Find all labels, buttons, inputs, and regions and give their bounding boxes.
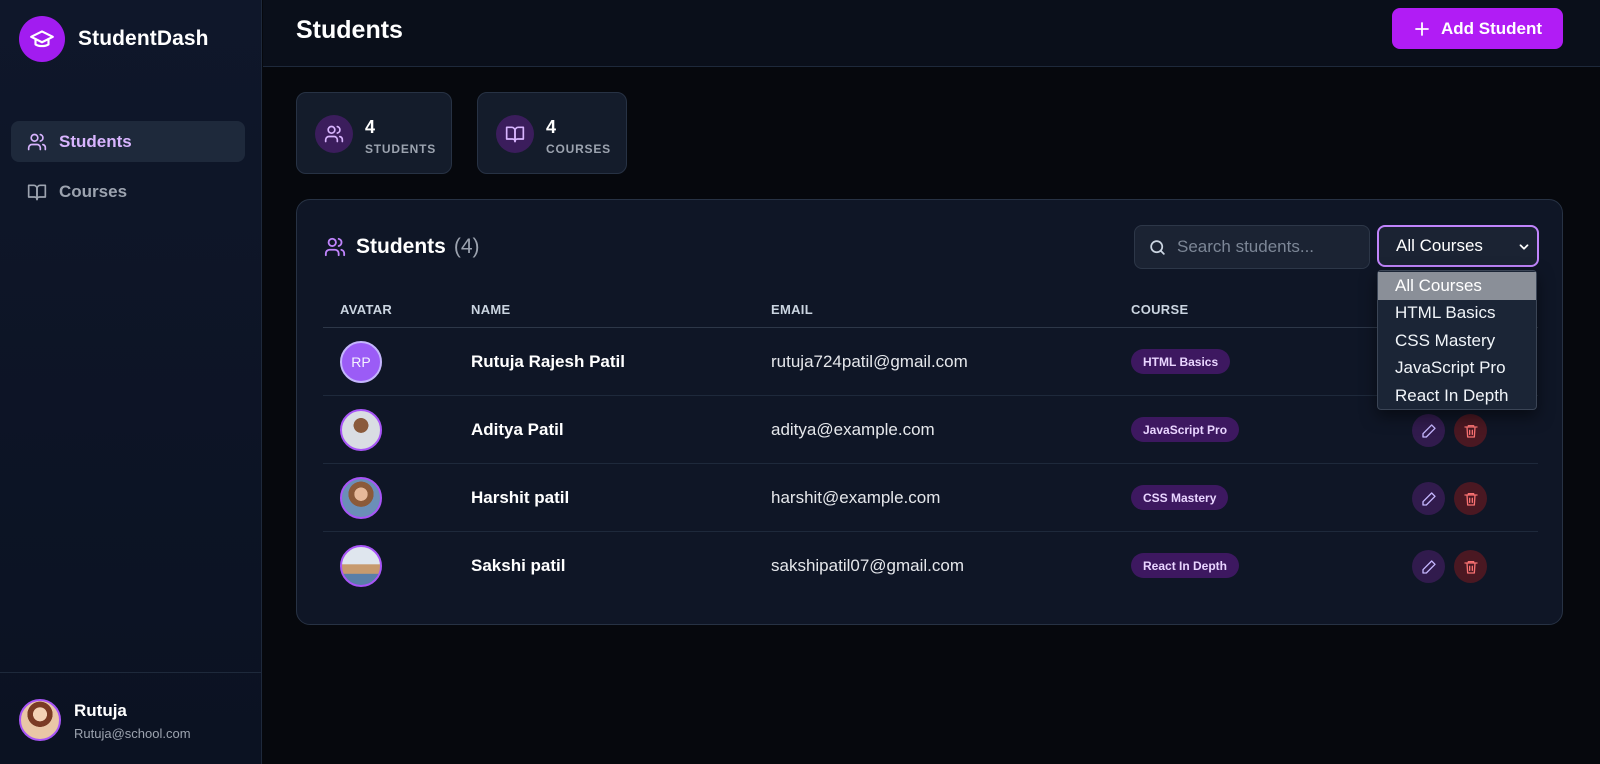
header: Students Add Student	[263, 0, 1600, 67]
student-email: aditya@example.com	[771, 420, 935, 439]
trash-icon	[1463, 424, 1478, 438]
table-row: RP Rutuja Rajesh Patil rutuja724patil@gm…	[323, 328, 1538, 396]
students-panel: Students (4) All Courses AVATAR NAME	[296, 199, 1563, 625]
delete-button[interactable]	[1454, 414, 1487, 447]
stat-card-courses: 4 COURSES	[477, 92, 627, 174]
add-student-label: Add Student	[1440, 18, 1543, 38]
trash-icon	[1463, 560, 1478, 574]
course-badge: HTML Basics	[1131, 349, 1231, 374]
chevron-down-icon	[1517, 240, 1531, 254]
stat-label: STUDENTS	[365, 142, 437, 156]
student-count: (4)	[453, 235, 480, 258]
student-name: Rutuja Rajesh Patil	[471, 352, 625, 371]
panel-title-text: Students	[356, 235, 446, 258]
course-badge: React In Depth	[1131, 553, 1240, 578]
users-icon	[315, 115, 353, 153]
table-row: Sakshi patil sakshipatil07@gmail.com Rea…	[323, 532, 1538, 600]
dropdown-option-all-courses[interactable]: All Courses	[1378, 272, 1536, 300]
edit-button[interactable]	[1412, 414, 1445, 447]
pencil-icon	[1421, 491, 1436, 506]
column-header-name: NAME	[471, 302, 511, 317]
app: StudentDash Students Courses Rutuja Rutu…	[0, 0, 1600, 764]
students-table: AVATAR NAME EMAIL COURSE RP Rutuja Rajes…	[323, 293, 1538, 600]
table-row: Harshit patil harshit@example.com CSS Ma…	[323, 464, 1538, 532]
column-header-email: EMAIL	[771, 302, 813, 317]
search-icon	[1148, 238, 1167, 257]
student-name: Harshit patil	[471, 488, 570, 507]
student-email: rutuja724patil@gmail.com	[771, 352, 968, 371]
pencil-icon	[1421, 559, 1436, 574]
user-email: Rutuja@school.com	[74, 726, 191, 741]
brand-name: StudentDash	[78, 27, 209, 50]
avatar	[340, 409, 382, 451]
users-icon	[324, 237, 346, 257]
avatar	[340, 545, 382, 587]
add-student-button[interactable]: Add Student	[1392, 8, 1563, 49]
sidebar-item-label: Courses	[59, 181, 128, 201]
plus-icon	[1415, 21, 1429, 36]
book-icon	[27, 182, 47, 202]
student-email: sakshipatil07@gmail.com	[771, 556, 965, 575]
course-badge: JavaScript Pro	[1131, 417, 1240, 442]
book-icon	[496, 115, 534, 153]
course-filter-value: All Courses	[1396, 236, 1483, 255]
page-title: Students	[296, 16, 403, 44]
stat-value: 4	[365, 117, 376, 137]
trash-icon	[1463, 492, 1478, 506]
user-profile[interactable]: Rutuja Rutuja@school.com	[0, 672, 262, 764]
sidebar-item-courses[interactable]: Courses	[11, 171, 245, 212]
course-filter-dropdown: All Courses HTML Basics CSS Mastery Java…	[1377, 270, 1537, 410]
panel-title: Students (4)	[324, 235, 480, 259]
table-header: AVATAR NAME EMAIL COURSE	[323, 293, 1538, 328]
column-header-avatar: AVATAR	[340, 302, 393, 317]
sidebar-item-label: Students	[59, 131, 132, 151]
dropdown-option-css-mastery[interactable]: CSS Mastery	[1378, 327, 1536, 355]
stat-label: COURSES	[546, 142, 611, 156]
course-filter-select[interactable]: All Courses	[1377, 225, 1539, 267]
dropdown-option-javascript-pro[interactable]: JavaScript Pro	[1378, 355, 1536, 383]
table-row: Aditya Patil aditya@example.com JavaScri…	[323, 396, 1538, 464]
search-box[interactable]	[1134, 225, 1370, 269]
user-name: Rutuja	[74, 701, 127, 720]
sidebar: StudentDash Students Courses Rutuja Rutu…	[0, 0, 262, 764]
delete-button[interactable]	[1454, 482, 1487, 515]
sidebar-nav: Students Courses	[11, 121, 245, 221]
search-input[interactable]	[1177, 237, 1357, 257]
sidebar-item-students[interactable]: Students	[11, 121, 245, 162]
student-email: harshit@example.com	[771, 488, 941, 507]
brand[interactable]: StudentDash	[19, 16, 209, 62]
dropdown-option-html-basics[interactable]: HTML Basics	[1378, 300, 1536, 328]
student-name: Sakshi patil	[471, 556, 566, 575]
avatar: RP	[340, 341, 382, 383]
student-name: Aditya Patil	[471, 420, 564, 439]
users-icon	[27, 132, 47, 152]
avatar	[340, 477, 382, 519]
edit-button[interactable]	[1412, 482, 1445, 515]
pencil-icon	[1421, 423, 1436, 438]
user-avatar	[19, 699, 61, 741]
stat-card-students: 4 STUDENTS	[296, 92, 452, 174]
column-header-course: COURSE	[1131, 302, 1189, 317]
delete-button[interactable]	[1454, 550, 1487, 583]
stat-value: 4	[546, 117, 557, 137]
dropdown-option-react-in-depth[interactable]: React In Depth	[1378, 382, 1536, 410]
graduation-cap-icon	[19, 16, 65, 62]
course-badge: CSS Mastery	[1131, 485, 1229, 510]
edit-button[interactable]	[1412, 550, 1445, 583]
